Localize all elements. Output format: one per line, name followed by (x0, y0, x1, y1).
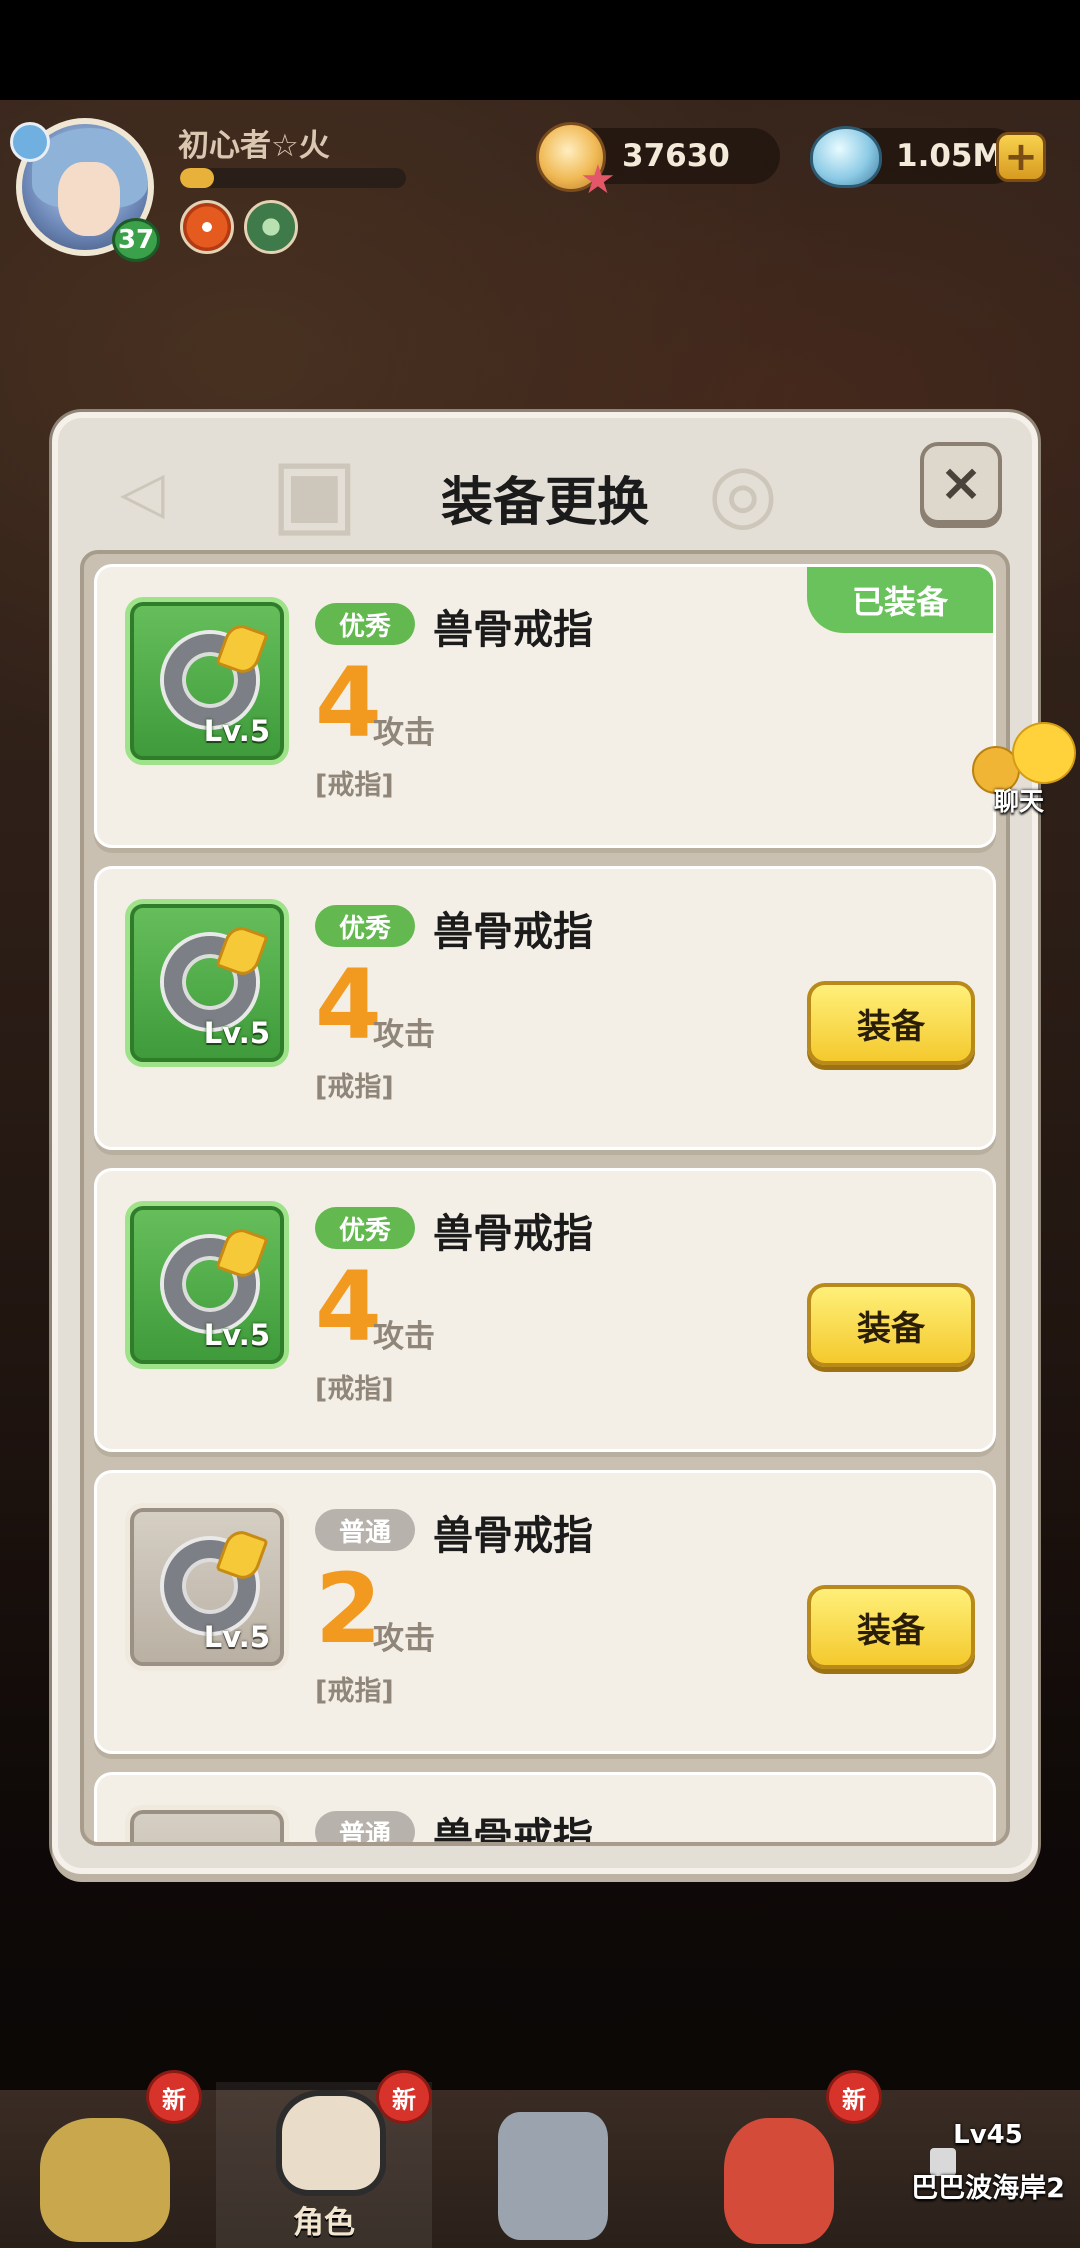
equipment-card[interactable]: Lv.5 优秀 兽骨戒指 4 攻击 [戒指] 装备 (94, 1168, 996, 1452)
close-icon[interactable]: × (920, 442, 1002, 524)
item-attack-value: 4 (315, 1251, 382, 1363)
star-icon: ★ (580, 157, 616, 203)
quality-badge: 优秀 (315, 905, 415, 947)
quality-badge: 优秀 (315, 603, 415, 645)
buff-leaf-icon[interactable] (244, 200, 298, 254)
nav-tab-locked-stage[interactable] (864, 2082, 1080, 2248)
new-badge: 新 (146, 2070, 202, 2124)
item-level: Lv.5 (203, 1620, 270, 1654)
item-level: Lv.5 (203, 714, 270, 748)
item-name: 兽骨戒指 (433, 607, 593, 653)
item-stat-label: 攻击 (373, 1621, 435, 1657)
equipment-card[interactable]: Lv.5 优秀 兽骨戒指 4 攻击 [戒指] 已装备 (94, 564, 996, 848)
equipment-card[interactable]: Lv.5 普通 兽骨戒指 2 攻击 [戒指] 装备 (94, 1470, 996, 1754)
item-name: 兽骨戒指 (433, 1513, 593, 1559)
locked-level-label: Lv45 (953, 2120, 1023, 2150)
equipped-tag: 已装备 (807, 567, 993, 633)
ring-icon: Lv.5 (125, 1503, 289, 1671)
item-stat-label: 攻击 (373, 1319, 435, 1355)
equip-button[interactable]: 装备 (807, 981, 975, 1065)
equipment-list[interactable]: Lv.5 优秀 兽骨戒指 4 攻击 [戒指] 已装备 Lv.5 优秀 兽骨戒指 … (80, 550, 1010, 1846)
item-type: [戒指] (315, 1676, 394, 1707)
item-name: 兽骨戒指 (433, 1211, 593, 1257)
player-level-badge: 37 (112, 218, 160, 262)
gold-amount: 37630 (622, 138, 730, 174)
item-level: Lv.5 (203, 1016, 270, 1050)
xp-fill (180, 168, 214, 188)
modal-title: 装备更换 (440, 473, 649, 533)
gem-amount: 1.05M (896, 138, 1004, 174)
equipment-card[interactable]: Lv.5 优秀 兽骨戒指 4 攻击 [戒指] 装备 (94, 866, 996, 1150)
ring-icon: Lv.5 (125, 597, 289, 765)
ring-icon (125, 1805, 289, 1842)
item-level: Lv.5 (203, 1318, 270, 1352)
quality-badge: 优秀 (315, 1207, 415, 1249)
xp-bar (180, 168, 406, 188)
status-bar (0, 0, 1080, 100)
ring-icon: Lv.5 (125, 899, 289, 1067)
locked-stage-label: 巴巴波海岸2 (911, 2173, 1065, 2204)
item-name: 兽骨戒指 (433, 909, 593, 955)
quality-badge: 普通 (315, 1811, 415, 1842)
item-type: [戒指] (315, 770, 394, 801)
new-badge: 新 (376, 2070, 432, 2124)
equip-change-modal: ◁ ▣ ◎ 装备更换 × Lv.5 优秀 兽骨戒指 4 攻击 [戒指] 已装备 … (52, 412, 1038, 1874)
item-stat-label: 攻击 (373, 715, 435, 751)
equipment-card[interactable]: 普通 兽骨戒指 (94, 1772, 996, 1846)
element-icon (10, 122, 50, 162)
item-type: [戒指] (315, 1072, 394, 1103)
equip-button[interactable]: 装备 (807, 1585, 975, 1669)
chat-button[interactable]: 聊天 (966, 720, 1076, 820)
plus-icon[interactable]: + (996, 132, 1046, 182)
nav-tab-label: 角色 (293, 2205, 355, 2241)
ring-icon: Lv.5 (125, 1201, 289, 1369)
equip-button[interactable]: 装备 (807, 1283, 975, 1367)
chat-label: 聊天 (994, 787, 1045, 816)
player-name: 初心者☆火 (178, 128, 330, 164)
quality-badge: 普通 (315, 1509, 415, 1551)
item-type: [戒指] (315, 1374, 394, 1405)
buff-fire-icon[interactable] (180, 200, 234, 254)
item-attack-value: 2 (315, 1553, 382, 1665)
item-stat-label: 攻击 (373, 1017, 435, 1053)
item-name: 兽骨戒指 (433, 1815, 593, 1846)
item-attack-value: 4 (315, 949, 382, 1061)
nav-tab-equipment[interactable] (432, 2082, 648, 2248)
item-attack-value: 4 (315, 647, 382, 759)
gem-icon (810, 126, 882, 188)
